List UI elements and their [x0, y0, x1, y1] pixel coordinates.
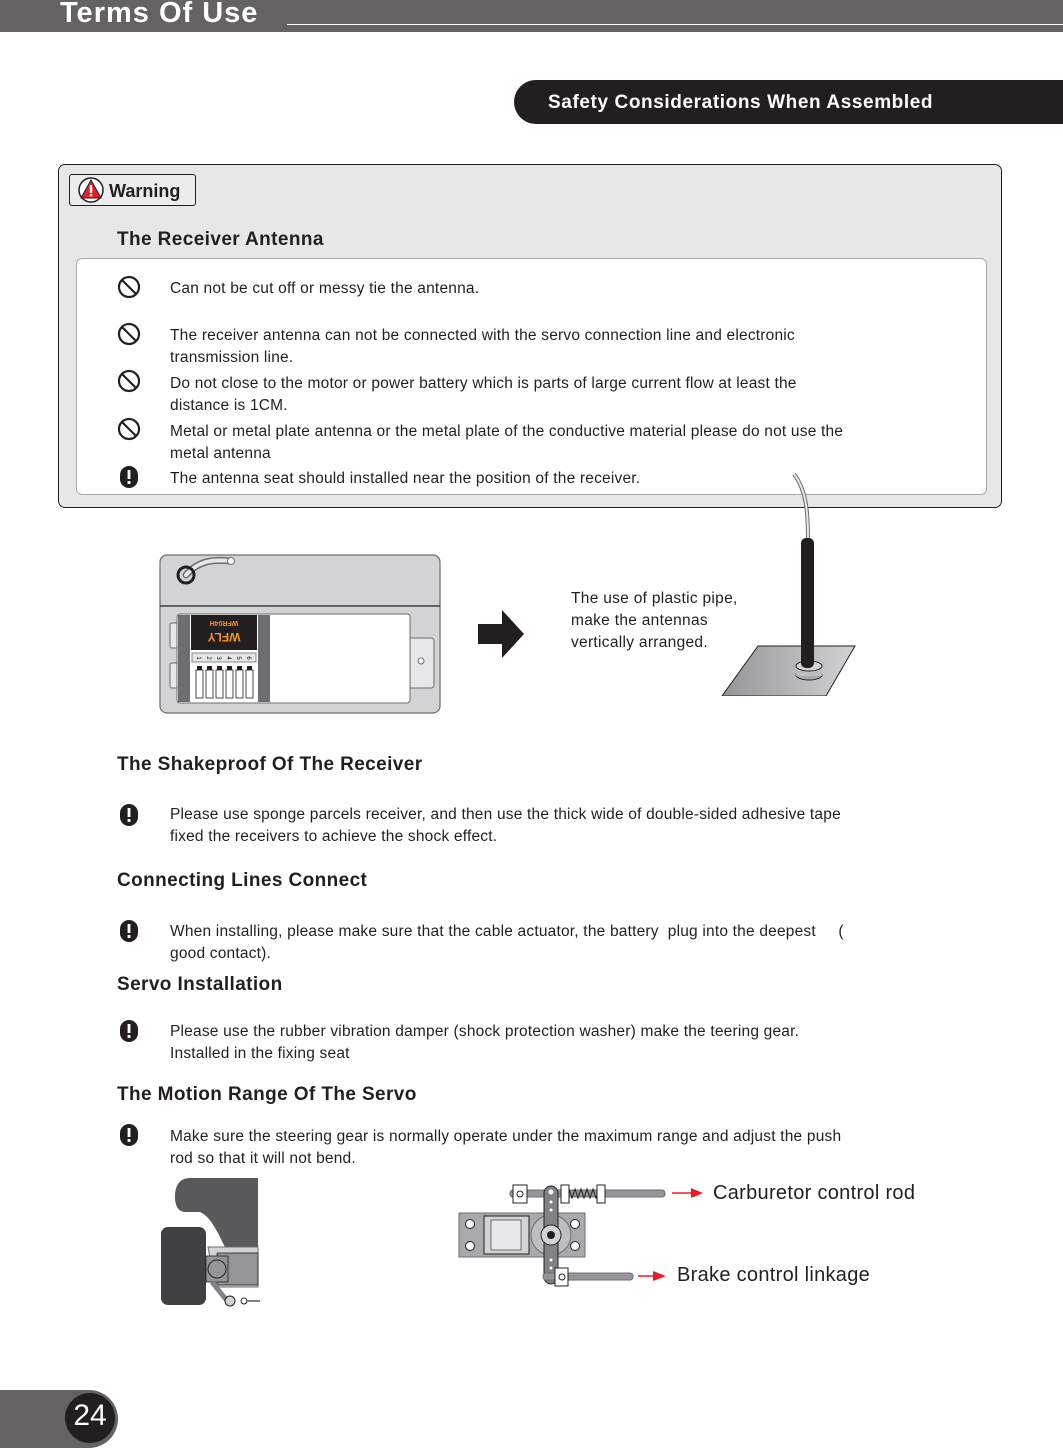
pin-header [247, 666, 252, 670]
section-heading-motion-range: The Motion Range Of The Servo [117, 1084, 417, 1105]
right-arrow-icon [478, 610, 524, 658]
motion-range-text: Make sure the steering gear is normally … [170, 1128, 842, 1167]
prohibited-icon [117, 369, 141, 393]
antenna-rule-3: Do not close to the motor or power batte… [170, 375, 797, 414]
antenna-rule-2: The receiver antenna can not be connecte… [170, 327, 795, 366]
receiver-model-text: WFR04H [210, 619, 239, 626]
section-heading-connecting-lines: Connecting Lines Connect [117, 870, 368, 891]
pin-header [237, 666, 242, 670]
prohibited-icon [117, 322, 141, 346]
servo-pin-column [225, 669, 234, 699]
servo-pin-column [215, 669, 224, 699]
section-title: Safety Considerations When Assembled [548, 92, 934, 113]
header-rule [287, 24, 1063, 25]
section-heading-shakeproof: The Shakeproof Of The Receiver [117, 754, 423, 775]
exclamation-icon [120, 1020, 138, 1042]
exclamation-icon [120, 920, 138, 942]
pin-header [217, 666, 222, 670]
exclamation-icon [120, 466, 138, 488]
warning-triangle-icon [78, 177, 104, 203]
antenna-caption: The use of plastic pipe, make the antenn… [571, 590, 738, 651]
receiver-brand-text: WFLY [208, 630, 241, 644]
servo-installation-text: Please use the rubber vibration damper (… [170, 1023, 800, 1062]
section-heading-servo-installation: Servo Installation [117, 974, 283, 995]
brake-linkage-label: Brake control linkage [677, 1264, 871, 1286]
prohibited-icon [117, 275, 141, 299]
servo-pin-column [235, 669, 244, 699]
receiver-antenna-heading: The Receiver Antenna [117, 229, 324, 250]
antenna-rule-1: Can not be cut off or messy tie the ante… [170, 280, 480, 297]
servo-pin-column [205, 669, 214, 699]
servo-pin-column [195, 669, 204, 699]
page-number: 24 [73, 1399, 107, 1432]
servo-linkage-diagram [458, 1184, 703, 1287]
pin-header [197, 666, 202, 670]
carburetor-rod-label: Carburetor control rod [713, 1182, 916, 1204]
servo-pin-column [245, 669, 254, 699]
shakeproof-text: Please use sponge parcels receiver, and … [170, 806, 841, 845]
pin-header [227, 666, 232, 670]
antenna-rule-4: Metal or metal plate antenna or the meta… [170, 423, 844, 462]
connecting-lines-text: When installing, please make sure that t… [170, 923, 844, 962]
steering-illustration [161, 1178, 260, 1307]
warning-label: Warning [109, 181, 181, 201]
prohibited-icon [117, 417, 141, 441]
pin-header [207, 666, 212, 670]
antenna-pipe-illustration [721, 472, 856, 696]
exclamation-icon [120, 804, 138, 826]
receiver-illustration: WFR04H WFLY 123456 [159, 554, 441, 714]
exclamation-icon [120, 1124, 138, 1146]
page-header-title: Terms Of Use [60, 0, 259, 29]
